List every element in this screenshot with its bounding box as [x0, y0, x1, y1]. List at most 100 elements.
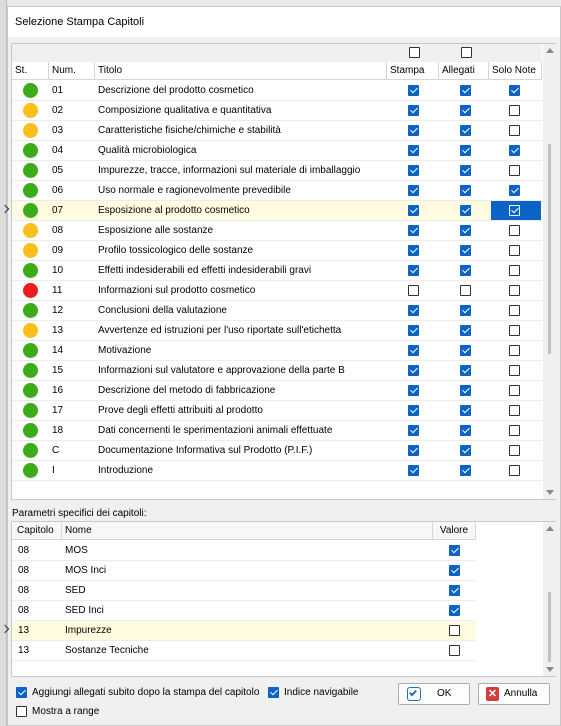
allegati-checkbox[interactable] [460, 165, 471, 176]
stampa-checkbox[interactable] [408, 285, 419, 296]
param-row[interactable]: 13 Sostanze Tecniche [12, 641, 476, 661]
solo-note-checkbox[interactable] [509, 465, 520, 476]
chapter-row[interactable]: 01 Descrizione del prodotto cosmetico [12, 81, 542, 101]
stampa-checkbox[interactable] [408, 405, 419, 416]
toggle-all-stampa-checkbox[interactable] [409, 47, 420, 58]
chapter-row[interactable]: 04 Qualità microbiologica [12, 141, 542, 161]
solo-note-checkbox[interactable] [509, 345, 520, 356]
allegati-checkbox[interactable] [460, 265, 471, 276]
valore-checkbox[interactable] [449, 545, 460, 556]
stampa-checkbox[interactable] [408, 305, 419, 316]
stampa-checkbox[interactable] [408, 345, 419, 356]
scroll-down-arrow-icon[interactable] [546, 667, 554, 672]
stampa-checkbox[interactable] [408, 125, 419, 136]
col-header-nome[interactable]: Nome [62, 522, 433, 540]
param-row[interactable]: 08 MOS [12, 541, 476, 561]
allegati-checkbox[interactable] [460, 305, 471, 316]
chapter-row[interactable]: 03 Caratteristiche fisiche/chimiche e sta… [12, 121, 542, 141]
chapter-row[interactable]: 07 Esposizione al prodotto cosmetico [0, 201, 542, 221]
chapter-row[interactable]: 10 Effetti indesiderabili ed effetti inde… [12, 261, 542, 281]
params-scrollbar[interactable] [543, 522, 556, 676]
chapter-row[interactable]: 16 Descrizione del metodo di fabbricazion… [12, 381, 542, 401]
allegati-checkbox[interactable] [460, 285, 471, 296]
chapter-row[interactable]: 05 Impurezze, tracce, informazioni sul ma… [12, 161, 542, 181]
solo-note-checkbox[interactable] [509, 85, 520, 96]
chapter-row[interactable]: I Introduzione [12, 461, 542, 481]
chapters-scrollbar[interactable] [543, 44, 556, 499]
col-header-capitolo[interactable]: Capitolo [12, 522, 62, 540]
chapter-row[interactable]: 12 Conclusioni della valutazione [12, 301, 542, 321]
chapter-row[interactable]: 11 Informazioni sul prodotto cosmetico [12, 281, 542, 301]
param-row[interactable]: 08 SED Inci [12, 601, 476, 621]
stampa-checkbox[interactable] [408, 325, 419, 336]
stampa-checkbox[interactable] [408, 365, 419, 376]
chapter-row[interactable]: 17 Prove degli effetti attribuiti al prod… [12, 401, 542, 421]
solo-note-checkbox[interactable] [509, 285, 520, 296]
stampa-checkbox[interactable] [408, 145, 419, 156]
param-row[interactable]: 08 SED [12, 581, 476, 601]
allegati-checkbox[interactable] [460, 465, 471, 476]
col-header-titolo[interactable]: Titolo [95, 62, 387, 80]
stampa-checkbox[interactable] [408, 165, 419, 176]
solo-note-checkbox[interactable] [509, 305, 520, 316]
solo-note-cell-selected[interactable] [491, 201, 541, 220]
stampa-checkbox[interactable] [408, 105, 419, 116]
col-header-st[interactable]: St. [12, 62, 49, 80]
valore-checkbox[interactable] [449, 585, 460, 596]
valore-checkbox[interactable] [449, 605, 460, 616]
indice-navigabile-checkbox[interactable] [268, 687, 279, 698]
col-header-solo-note[interactable]: Solo Note [489, 62, 542, 80]
solo-note-checkbox[interactable] [509, 425, 520, 436]
annulla-button[interactable]: ✕ Annulla [478, 683, 550, 705]
scroll-down-arrow-icon[interactable] [546, 490, 554, 495]
solo-note-checkbox[interactable] [509, 105, 520, 116]
solo-note-checkbox[interactable] [509, 265, 520, 276]
solo-note-checkbox[interactable] [509, 245, 520, 256]
chapter-row[interactable]: 02 Composizione qualitativa e quantitativ… [12, 101, 542, 121]
param-row[interactable]: 13 Impurezze [0, 621, 476, 641]
col-header-stampa[interactable]: Stampa [387, 62, 439, 80]
stampa-checkbox[interactable] [408, 185, 419, 196]
chapter-row[interactable]: 06 Uso normale e ragionevolmente prevedib… [12, 181, 542, 201]
valore-checkbox[interactable] [449, 625, 460, 636]
scroll-thumb[interactable] [548, 144, 551, 354]
solo-note-checkbox[interactable] [509, 225, 520, 236]
allegati-checkbox[interactable] [460, 85, 471, 96]
solo-note-checkbox[interactable] [509, 125, 520, 136]
allegati-checkbox[interactable] [460, 105, 471, 116]
allegati-checkbox[interactable] [460, 145, 471, 156]
mostra-range-checkbox[interactable] [16, 706, 27, 717]
param-row[interactable]: 08 MOS Inci [12, 561, 476, 581]
chapter-row[interactable]: 08 Esposizione alle sostanze [12, 221, 542, 241]
scroll-up-arrow-icon[interactable] [546, 48, 554, 53]
solo-note-checkbox[interactable] [509, 365, 520, 376]
stampa-checkbox[interactable] [408, 385, 419, 396]
stampa-checkbox[interactable] [408, 425, 419, 436]
allegati-checkbox[interactable] [460, 365, 471, 376]
allegati-checkbox[interactable] [460, 425, 471, 436]
stampa-checkbox[interactable] [408, 85, 419, 96]
scroll-up-arrow-icon[interactable] [546, 526, 554, 531]
allegati-checkbox[interactable] [460, 245, 471, 256]
chapter-row[interactable]: 18 Dati concernenti le sperimentazioni an… [12, 421, 542, 441]
toggle-all-allegati-checkbox[interactable] [461, 47, 472, 58]
chapter-row[interactable]: 14 Motivazione [12, 341, 542, 361]
solo-note-checkbox[interactable] [509, 405, 520, 416]
chapter-row[interactable]: C Documentazione Informativa sul Prodotto… [12, 441, 542, 461]
stampa-checkbox[interactable] [408, 245, 419, 256]
chapter-row[interactable]: 13 Avvertenze ed istruzioni per l'uso rip… [12, 321, 542, 341]
allegati-checkbox[interactable] [460, 225, 471, 236]
valore-checkbox[interactable] [449, 565, 460, 576]
allegati-checkbox[interactable] [460, 205, 471, 216]
valore-checkbox[interactable] [449, 645, 460, 656]
allegati-checkbox[interactable] [460, 405, 471, 416]
stampa-checkbox[interactable] [408, 205, 419, 216]
allegati-checkbox[interactable] [460, 445, 471, 456]
solo-note-checkbox[interactable] [509, 205, 520, 216]
ok-button[interactable]: OK [398, 683, 470, 705]
solo-note-checkbox[interactable] [509, 165, 520, 176]
solo-note-checkbox[interactable] [509, 385, 520, 396]
allegati-checkbox[interactable] [460, 185, 471, 196]
stampa-checkbox[interactable] [408, 265, 419, 276]
stampa-checkbox[interactable] [408, 445, 419, 456]
